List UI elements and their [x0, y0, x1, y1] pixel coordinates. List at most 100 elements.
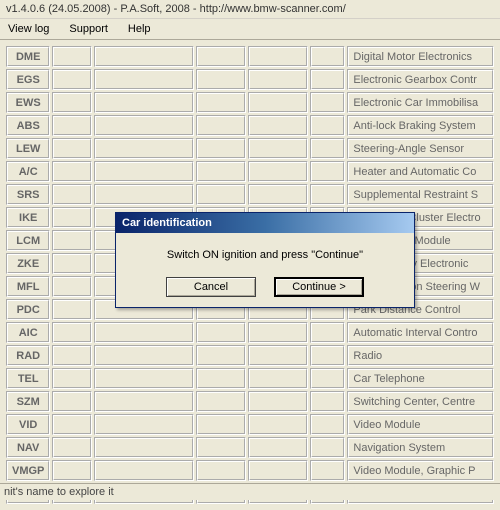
unit-cell — [196, 322, 246, 343]
menubar: View log Support Help — [0, 19, 500, 40]
unit-cell — [248, 184, 308, 205]
unit-cell — [310, 184, 345, 205]
menu-support[interactable]: Support — [65, 21, 112, 37]
unit-cell — [310, 345, 345, 366]
unit-cell — [52, 92, 92, 113]
unit-cell — [196, 184, 246, 205]
unit-desc: Car Telephone — [347, 368, 494, 389]
unit-cell — [52, 253, 92, 274]
unit-cell — [94, 69, 194, 90]
unit-cell — [310, 368, 345, 389]
unit-code[interactable]: SZM — [6, 391, 50, 412]
dialog-message: Switch ON ignition and press "Continue" — [126, 249, 404, 261]
table-row[interactable]: LEWSteering-Angle Sensor — [6, 138, 494, 159]
unit-cell — [248, 437, 308, 458]
unit-cell — [52, 368, 92, 389]
unit-desc: Supplemental Restraint S — [347, 184, 494, 205]
table-row[interactable]: TEL Car Telephone — [6, 368, 494, 389]
unit-code[interactable]: VMGP — [6, 460, 50, 481]
unit-cell — [196, 46, 246, 67]
unit-cell — [52, 322, 92, 343]
unit-code[interactable]: NAV — [6, 437, 50, 458]
unit-code[interactable]: AIC — [6, 322, 50, 343]
table-row[interactable]: SRS Supplemental Restraint S — [6, 184, 494, 205]
unit-cell — [52, 437, 92, 458]
unit-code[interactable]: LEW — [6, 138, 50, 159]
unit-cell — [52, 69, 92, 90]
table-row[interactable]: A/CHeater and Automatic Co — [6, 161, 494, 182]
unit-cell — [94, 368, 194, 389]
car-identification-dialog: Car identification Switch ON ignition an… — [115, 212, 415, 308]
unit-code[interactable]: EWS — [6, 92, 50, 113]
table-row[interactable]: VID Video Module — [6, 414, 494, 435]
unit-cell — [310, 414, 345, 435]
unit-code[interactable]: MFL — [6, 276, 50, 297]
unit-desc: Video Module, Graphic P — [347, 460, 494, 481]
unit-cell — [310, 138, 345, 159]
unit-code[interactable]: A/C — [6, 161, 50, 182]
unit-cell — [94, 345, 194, 366]
unit-cell — [52, 414, 92, 435]
unit-cell — [310, 437, 345, 458]
unit-cell — [94, 437, 194, 458]
table-row[interactable]: SZM Switching Center, Centre — [6, 391, 494, 412]
unit-cell — [248, 368, 308, 389]
unit-cell — [248, 115, 308, 136]
unit-code[interactable]: PDC — [6, 299, 50, 320]
unit-code[interactable]: DME — [6, 46, 50, 67]
table-row[interactable]: VMGP Video Module, Graphic P — [6, 460, 494, 481]
unit-cell — [94, 138, 194, 159]
unit-code[interactable]: TEL — [6, 368, 50, 389]
unit-cell — [248, 391, 308, 412]
unit-code[interactable]: ABS — [6, 115, 50, 136]
unit-cell — [196, 345, 246, 366]
table-row[interactable]: EGS Electronic Gearbox Contr — [6, 69, 494, 90]
table-row[interactable]: ABSAnti-lock Braking System — [6, 115, 494, 136]
unit-cell — [248, 92, 308, 113]
unit-code[interactable]: IKE — [6, 207, 50, 228]
menu-view-log[interactable]: View log — [4, 21, 53, 37]
unit-cell — [310, 46, 345, 67]
unit-desc: Switching Center, Centre — [347, 391, 494, 412]
unit-cell — [248, 345, 308, 366]
unit-cell — [196, 138, 246, 159]
unit-code[interactable]: RAD — [6, 345, 50, 366]
table-row[interactable]: NAV Navigation System — [6, 437, 494, 458]
unit-cell — [310, 69, 345, 90]
menu-help[interactable]: Help — [124, 21, 155, 37]
unit-cell — [310, 460, 345, 481]
dialog-body: Switch ON ignition and press "Continue" … — [116, 233, 414, 307]
unit-cell — [94, 391, 194, 412]
unit-desc: Digital Motor Electronics — [347, 46, 494, 67]
status-bar: nit's name to explore it — [0, 483, 500, 500]
unit-cell — [248, 322, 308, 343]
continue-button[interactable]: Continue > — [274, 277, 364, 297]
unit-cell — [248, 69, 308, 90]
table-row[interactable]: AICAutomatic Interval Contro — [6, 322, 494, 343]
unit-desc: Video Module — [347, 414, 494, 435]
unit-desc: Navigation System — [347, 437, 494, 458]
unit-cell — [196, 69, 246, 90]
unit-cell — [94, 414, 194, 435]
unit-cell — [310, 391, 345, 412]
unit-cell — [52, 207, 92, 228]
unit-code[interactable]: EGS — [6, 69, 50, 90]
unit-code[interactable]: ZKE — [6, 253, 50, 274]
unit-code[interactable]: SRS — [6, 184, 50, 205]
unit-cell — [52, 46, 92, 67]
unit-code[interactable]: LCM — [6, 230, 50, 251]
unit-cell — [52, 345, 92, 366]
dialog-buttons: Cancel Continue > — [126, 277, 404, 297]
unit-cell — [196, 414, 246, 435]
unit-desc: Radio — [347, 345, 494, 366]
table-row[interactable]: RAD Radio — [6, 345, 494, 366]
unit-cell — [310, 115, 345, 136]
unit-cell — [52, 184, 92, 205]
unit-cell — [248, 414, 308, 435]
table-row[interactable]: EWSElectronic Car Immobilisa — [6, 92, 494, 113]
cancel-button[interactable]: Cancel — [166, 277, 256, 297]
unit-code[interactable]: VID — [6, 414, 50, 435]
table-row[interactable]: DME Digital Motor Electronics — [6, 46, 494, 67]
unit-cell — [94, 184, 194, 205]
unit-desc: Electronic Gearbox Contr — [347, 69, 494, 90]
